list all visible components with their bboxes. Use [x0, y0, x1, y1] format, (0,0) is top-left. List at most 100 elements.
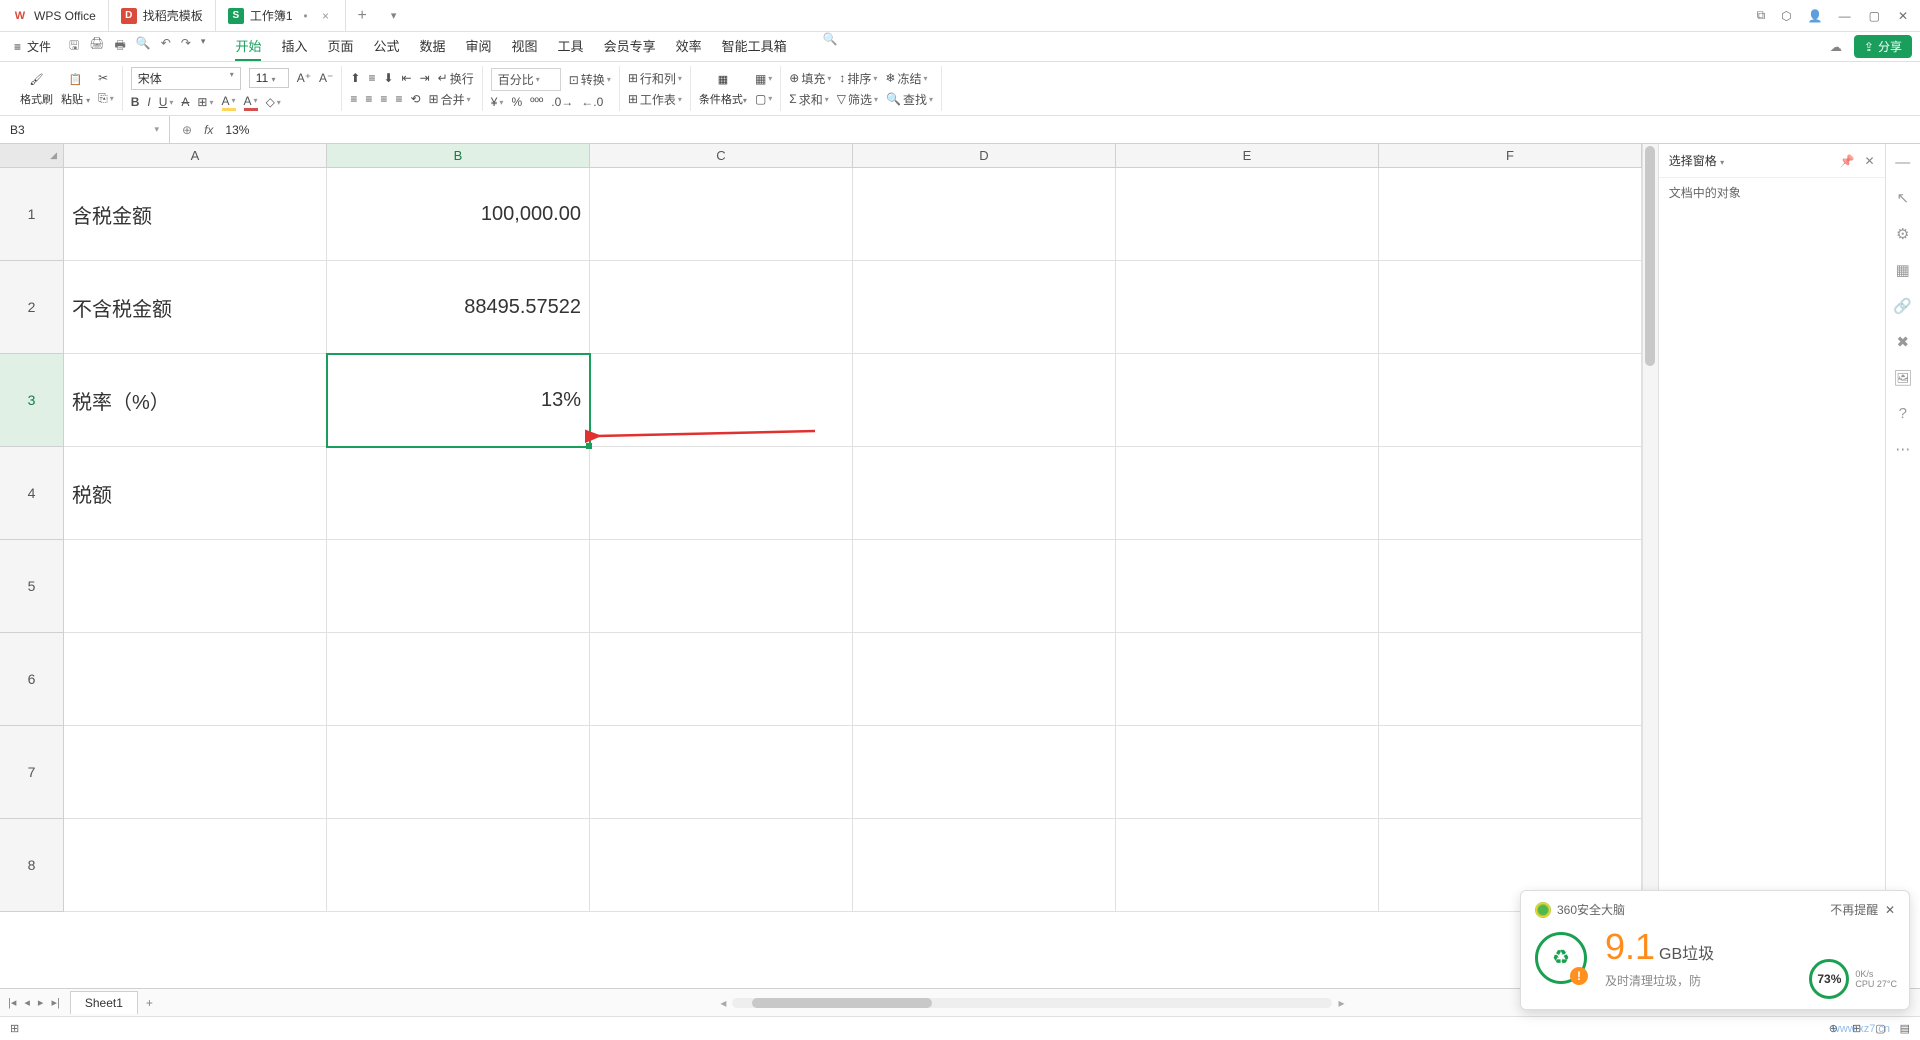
select-all-corner[interactable] [0, 144, 64, 168]
cell-b6[interactable] [327, 633, 590, 726]
fx-icon[interactable]: fx [204, 123, 213, 137]
popup-dismiss-link[interactable]: 不再提醒 [1830, 903, 1878, 917]
cell-c1[interactable] [590, 168, 853, 261]
cut-button[interactable]: ✂ [98, 71, 114, 85]
cell-a7[interactable] [64, 726, 327, 819]
cell-c7[interactable] [590, 726, 853, 819]
align-center-button[interactable]: ≡ [365, 92, 372, 106]
row-header-1[interactable]: 1 [0, 168, 64, 261]
tools-rail-icon[interactable]: ✖ [1896, 333, 1909, 351]
table-style-button[interactable]: ▦▾ [755, 72, 772, 86]
pin-icon[interactable]: 📌 [1839, 154, 1854, 168]
sum-button[interactable]: Σ求和▾ [789, 91, 828, 108]
maximize-button[interactable]: ▢ [1869, 9, 1880, 23]
help-rail-icon[interactable]: ? [1899, 405, 1907, 422]
cell-e3[interactable] [1116, 354, 1379, 447]
convert-button[interactable]: ⊡转换▾ [569, 71, 611, 88]
zoom-icon[interactable]: ⊕ [182, 123, 192, 137]
bold-button[interactable]: B [131, 95, 140, 109]
save-icon[interactable]: 🖫 [69, 36, 79, 57]
settings-rail-icon[interactable]: ⚙ [1896, 225, 1909, 243]
cell-e2[interactable] [1116, 261, 1379, 354]
layout-icon[interactable]: ⧉ [1757, 8, 1766, 23]
image-rail-icon[interactable]: 🖼 [1893, 369, 1912, 387]
tab-view[interactable]: 视图 [512, 32, 538, 61]
indent-left-button[interactable]: ⇤ [402, 71, 412, 85]
worksheet-button[interactable]: ⊞工作表▾ [628, 91, 682, 108]
cell-a5[interactable] [64, 540, 327, 633]
cell-b3[interactable]: 13% [327, 354, 590, 447]
redo-icon[interactable]: ↷ [181, 36, 191, 57]
tab-tools[interactable]: 工具 [558, 32, 584, 61]
cell-c4[interactable] [590, 447, 853, 540]
strikethrough-button[interactable]: A [181, 95, 189, 109]
row-header-4[interactable]: 4 [0, 447, 64, 540]
decrease-decimal-button[interactable]: ←.0 [581, 95, 603, 109]
col-header-a[interactable]: A [64, 144, 327, 168]
row-header-2[interactable]: 2 [0, 261, 64, 354]
search-icon[interactable]: 🔍 [823, 32, 838, 61]
number-format-select[interactable]: 百分比 ▾ [491, 68, 561, 91]
cell-a6[interactable] [64, 633, 327, 726]
export-icon[interactable]: 🖨 [89, 36, 104, 57]
tab-close-icon[interactable]: × [319, 9, 333, 23]
tab-member[interactable]: 会员专享 [604, 32, 656, 61]
sheet-first-icon[interactable]: |◂ [8, 996, 16, 1009]
tab-workbook[interactable]: S 工作簿1 • × [216, 0, 346, 31]
hscroll-left-icon[interactable]: ◂ [720, 996, 726, 1010]
cell-f4[interactable] [1379, 447, 1642, 540]
comma-button[interactable]: ººº [530, 95, 543, 109]
cell-a8[interactable] [64, 819, 327, 912]
sheet-tab-1[interactable]: Sheet1 [70, 991, 138, 1014]
tab-start[interactable]: 开始 [235, 32, 261, 61]
wrap-text-button[interactable]: ↵换行 [438, 70, 474, 87]
font-color-button[interactable]: A▾ [244, 94, 258, 111]
sheet-prev-icon[interactable]: ◂ [24, 996, 30, 1009]
sheet-last-icon[interactable]: ▸| [51, 996, 59, 1009]
cell-e4[interactable] [1116, 447, 1379, 540]
name-box[interactable]: B3 ▾ [0, 116, 170, 143]
cell-c5[interactable] [590, 540, 853, 633]
increase-font-button[interactable]: A⁺ [297, 71, 311, 85]
tab-insert[interactable]: 插入 [281, 32, 307, 61]
tab-review[interactable]: 审阅 [466, 32, 492, 61]
tab-list-button[interactable]: ▾ [379, 9, 409, 22]
link-rail-icon[interactable]: 🔗 [1893, 297, 1912, 315]
cell-c8[interactable] [590, 819, 853, 912]
border-button[interactable]: ⊞▾ [197, 95, 213, 109]
cell-d7[interactable] [853, 726, 1116, 819]
hscroll-thumb[interactable] [752, 998, 932, 1008]
tab-add-button[interactable]: + [346, 7, 379, 25]
cell-d2[interactable] [853, 261, 1116, 354]
cell-a3[interactable]: 税率（%） [64, 354, 327, 447]
font-size-select[interactable]: 11 ▾ [249, 68, 289, 88]
cloud-icon[interactable]: ☁ [1830, 40, 1842, 54]
justify-button[interactable]: ≡ [395, 92, 402, 106]
hscroll-right-icon[interactable]: ▸ [1338, 996, 1344, 1010]
tab-smart[interactable]: 智能工具箱 [722, 32, 787, 61]
underline-button[interactable]: U▾ [159, 95, 174, 109]
share-button[interactable]: ⇪ 分享 [1854, 35, 1912, 58]
col-header-b[interactable]: B [327, 144, 590, 168]
tab-data[interactable]: 数据 [420, 32, 446, 61]
indent-right-button[interactable]: ⇥ [420, 71, 430, 85]
align-bottom-button[interactable]: ⬇ [383, 71, 393, 85]
row-header-7[interactable]: 7 [0, 726, 64, 819]
cell-e8[interactable] [1116, 819, 1379, 912]
cell-f6[interactable] [1379, 633, 1642, 726]
cell-f3[interactable] [1379, 354, 1642, 447]
cell-a4[interactable]: 税额 [64, 447, 327, 540]
file-menu[interactable]: ≡ 文件 [8, 38, 57, 55]
rowcol-button[interactable]: ⊞行和列▾ [628, 70, 682, 87]
cell-d1[interactable] [853, 168, 1116, 261]
print-icon[interactable]: 🖶 [115, 36, 126, 57]
minimize-button[interactable]: — [1839, 9, 1851, 23]
col-header-f[interactable]: F [1379, 144, 1642, 168]
cell-f1[interactable] [1379, 168, 1642, 261]
cell-b7[interactable] [327, 726, 590, 819]
cell-e6[interactable] [1116, 633, 1379, 726]
cell-b2[interactable]: 88495.57522 [327, 261, 590, 354]
sheet-add-button[interactable]: + [146, 996, 153, 1010]
close-button[interactable]: ✕ [1898, 9, 1908, 23]
tab-wps-office[interactable]: W WPS Office [0, 0, 109, 31]
